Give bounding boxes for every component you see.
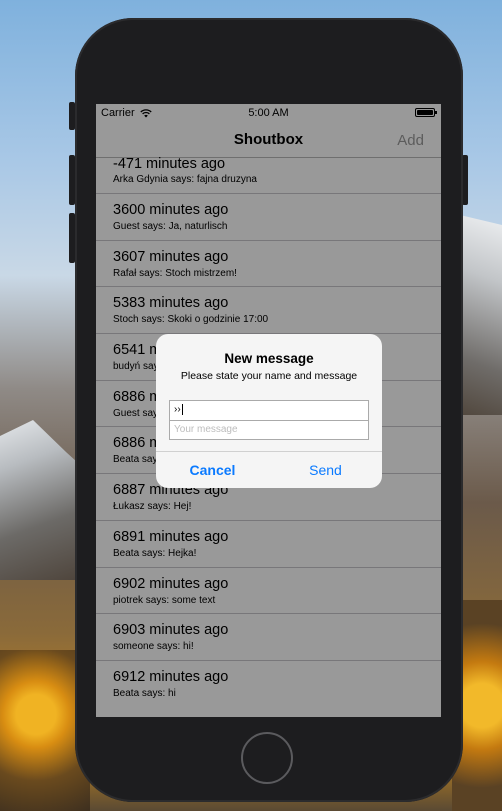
text-caret: [181, 404, 183, 415]
name-input-value: ››: [174, 404, 181, 416]
name-input[interactable]: ››: [169, 400, 369, 420]
message-input-placeholder: Your message: [174, 424, 238, 435]
cancel-button[interactable]: Cancel: [156, 452, 269, 488]
alert-actions: Cancel Send: [156, 451, 382, 488]
message-input[interactable]: Your message: [169, 420, 369, 440]
send-button[interactable]: Send: [269, 452, 382, 488]
home-button[interactable]: [241, 732, 293, 784]
phone-screen: Carrier 5:00 AM Shoutbox Add -471 minute…: [96, 104, 441, 717]
new-message-alert: New message Please state your name and m…: [156, 334, 382, 488]
alert-title: New message: [224, 351, 314, 366]
alert-message: Please state your name and message: [180, 370, 358, 382]
